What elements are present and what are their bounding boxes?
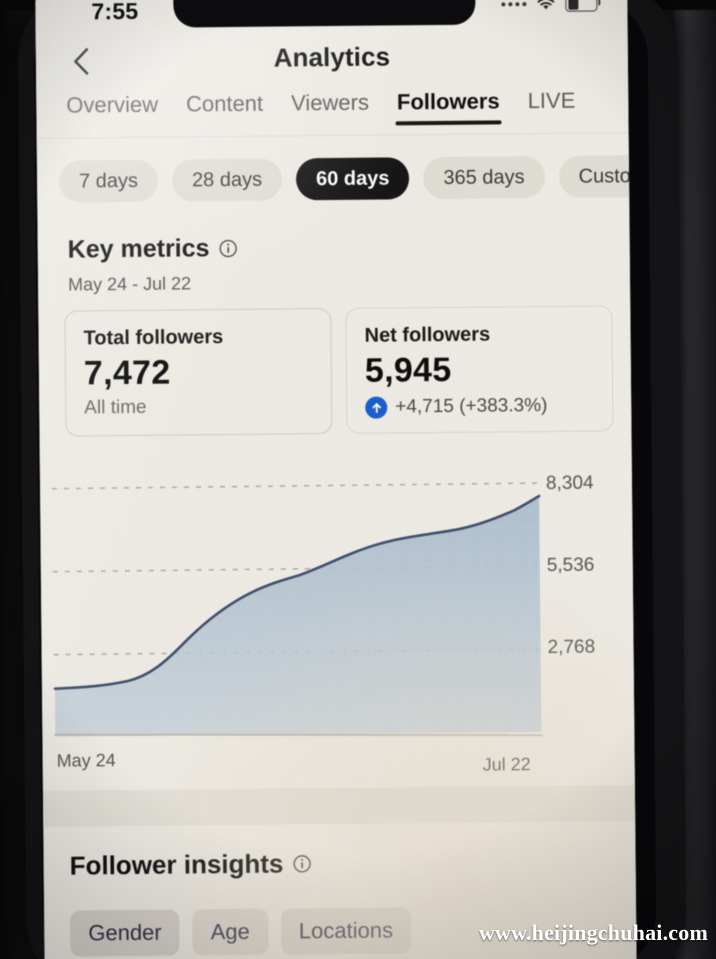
follower-insights-tab-group: Gender Age Locations	[70, 907, 412, 957]
key-metrics-title-text: Key metrics	[67, 234, 210, 264]
chart-y-tick-5536: 5,536	[546, 554, 595, 576]
insights-tab-gender[interactable]: Gender	[70, 909, 180, 957]
range-pill-custom[interactable]: Custom	[558, 154, 630, 198]
analytics-tab-bar: Overview Content Viewers Followers LIVE	[36, 87, 629, 139]
range-pill-365-days[interactable]: 365 days	[423, 155, 545, 200]
metric-card-total-followers[interactable]: Total followers 7,472 All time	[64, 308, 333, 437]
chart-y-tick-2768: 2,768	[547, 636, 596, 658]
chart-canvas	[52, 482, 543, 737]
metric-card-value: 5,945	[364, 350, 452, 390]
status-bar-indicators	[501, 0, 598, 12]
chart-x-tick-start: May 24	[56, 750, 116, 771]
battery-fill	[567, 0, 579, 10]
tab-overview[interactable]: Overview	[66, 92, 158, 129]
chart-area-fill	[54, 496, 542, 737]
metric-card-value: 7,472	[83, 353, 171, 393]
follower-insights-title-text: Follower insights	[69, 848, 284, 881]
arrow-up-circle-icon	[365, 396, 388, 419]
metric-card-note: All time	[84, 396, 147, 419]
range-pill-7-days[interactable]: 7 days	[58, 159, 159, 203]
metric-card-label: Total followers	[83, 326, 224, 350]
key-metrics-heading: Key metrics	[68, 234, 238, 265]
section-divider	[42, 785, 636, 827]
battery-icon	[565, 0, 598, 12]
status-bar-time: 7:55	[91, 0, 139, 25]
info-circle-icon[interactable]	[218, 239, 237, 258]
signal-dots-icon	[501, 1, 527, 6]
tab-followers[interactable]: Followers	[397, 88, 500, 125]
nav-header: Analytics	[36, 27, 629, 91]
date-range-pill-group: 7 days 28 days 60 days 365 days Custom	[37, 145, 630, 213]
phone-screen: 7:55 Analytics Overview Content Viewers …	[35, 0, 637, 959]
followers-growth-chart[interactable]: 8,304 5,536 2,768 May 24 Jul 22	[40, 453, 635, 789]
page-title: Analytics	[273, 41, 391, 73]
photo-of-phone-screenshot: 7:55 Analytics Overview Content Viewers …	[0, 0, 716, 959]
info-circle-icon[interactable]	[292, 854, 311, 873]
chart-x-tick-end: Jul 22	[482, 754, 531, 775]
range-pill-28-days[interactable]: 28 days	[171, 158, 283, 202]
range-pill-60-days[interactable]: 60 days	[295, 157, 410, 201]
chart-y-tick-8304: 8,304	[545, 472, 594, 494]
app-screen-tiktok-analytics: 7:55 Analytics Overview Content Viewers …	[35, 0, 637, 959]
metric-card-delta: +4,715 (+383.3%)	[365, 395, 594, 419]
insights-tab-age[interactable]: Age	[192, 908, 269, 956]
wifi-icon	[537, 0, 555, 9]
key-metrics-cards: Total followers 7,472 All time Net follo…	[64, 305, 614, 437]
tab-viewers[interactable]: Viewers	[291, 90, 369, 127]
metric-card-label: Net followers	[364, 323, 491, 347]
key-metrics-date-range: May 24 - Jul 22	[67, 273, 192, 295]
insights-tab-locations[interactable]: Locations	[280, 907, 412, 955]
metric-card-net-followers[interactable]: Net followers 5,945 +4,715 (+383.3%)	[345, 305, 614, 434]
follower-insights-heading: Follower insights	[69, 848, 311, 881]
tab-content[interactable]: Content	[186, 91, 263, 128]
tab-live[interactable]: LIVE	[527, 88, 575, 124]
phone-notch	[172, 0, 476, 28]
watermark: www.heijingchuhai.com	[478, 920, 708, 945]
metric-card-delta-text: +4,715 (+383.3%)	[395, 394, 548, 418]
chart-series-total-followers	[53, 494, 542, 737]
